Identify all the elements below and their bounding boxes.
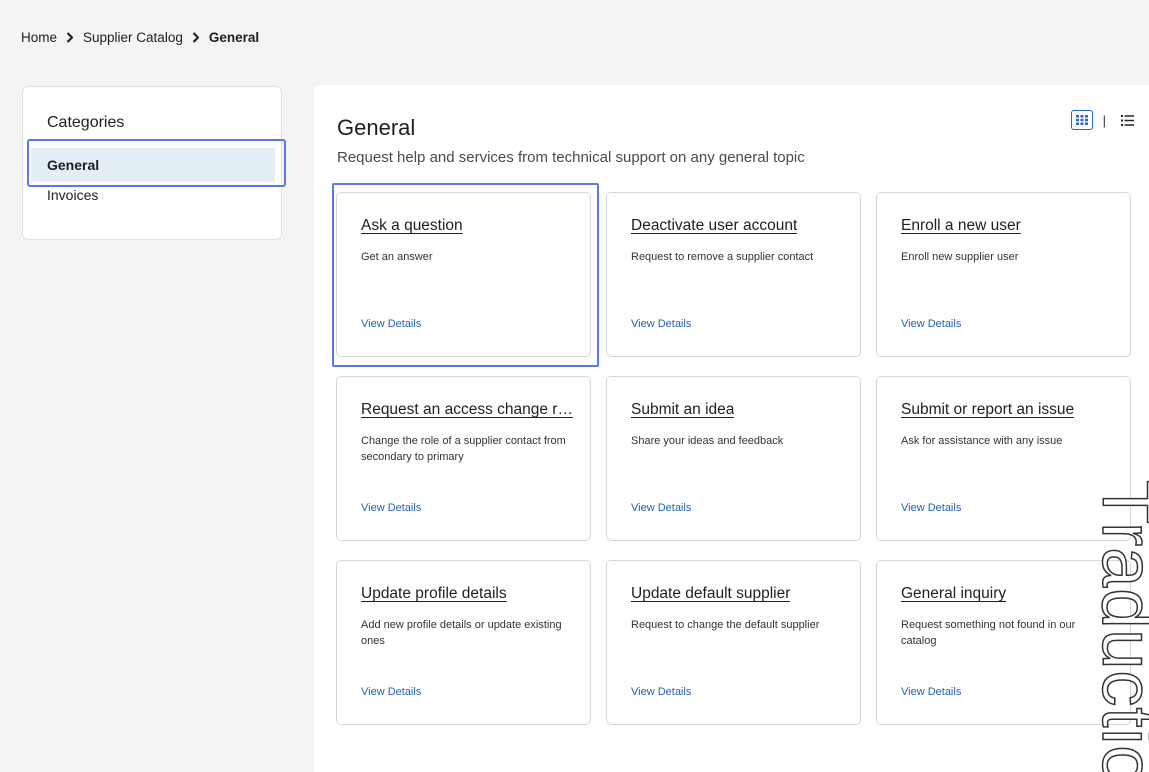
view-details-link[interactable]: View Details bbox=[631, 502, 691, 514]
catalog-card[interactable]: Update default supplier Request to chang… bbox=[606, 560, 861, 725]
card-title[interactable]: Update profile details bbox=[361, 585, 507, 603]
view-details-link[interactable]: View Details bbox=[361, 686, 421, 698]
card-description: Add new profile details or update existi… bbox=[361, 619, 562, 647]
breadcrumb-supplier-catalog[interactable]: Supplier Catalog bbox=[83, 30, 183, 45]
card-title[interactable]: Ask a question bbox=[361, 217, 463, 235]
view-details-link[interactable]: View Details bbox=[901, 502, 961, 514]
catalog-card[interactable]: Update profile details Add new profile d… bbox=[336, 560, 591, 725]
page-title: General bbox=[337, 115, 416, 140]
card-title[interactable]: General inquiry bbox=[901, 585, 1006, 603]
breadcrumb-home[interactable]: Home bbox=[21, 30, 57, 45]
view-details-link[interactable]: View Details bbox=[361, 502, 421, 514]
card-title[interactable]: Request an access change r… bbox=[361, 401, 573, 419]
card-description: Get an answer bbox=[361, 251, 433, 263]
card-description: Ask for assistance with any issue bbox=[901, 435, 1063, 447]
catalog-card[interactable]: General inquiry Request something not fo… bbox=[876, 560, 1131, 725]
catalog-card[interactable]: Submit or report an issue Ask for assist… bbox=[876, 376, 1131, 541]
catalog-card[interactable]: Submit an idea Share your ideas and feed… bbox=[606, 376, 861, 541]
card-title[interactable]: Submit an idea bbox=[631, 401, 734, 419]
list-view-icon[interactable] bbox=[1116, 110, 1138, 130]
catalog-card[interactable]: Request an access change r… Change the r… bbox=[336, 376, 591, 541]
chevron-right-icon bbox=[57, 32, 83, 43]
card-title[interactable]: Enroll a new user bbox=[901, 217, 1021, 235]
card-title[interactable]: Submit or report an issue bbox=[901, 401, 1074, 419]
view-details-link[interactable]: View Details bbox=[631, 318, 691, 330]
card-description: Request to change the default supplier bbox=[631, 619, 820, 631]
grid-view-icon[interactable] bbox=[1070, 110, 1093, 130]
page-description: Request help and services from technical… bbox=[337, 149, 805, 166]
card-description: Change the role of a supplier contact fr… bbox=[361, 435, 566, 463]
view-details-link[interactable]: View Details bbox=[901, 318, 961, 330]
categories-sidebar: Categories General Invoices bbox=[22, 86, 282, 240]
view-details-link[interactable]: View Details bbox=[631, 686, 691, 698]
sidebar-item-general[interactable]: General bbox=[31, 148, 275, 182]
view-toggle: | bbox=[1070, 110, 1138, 130]
card-description: Request to remove a supplier contact bbox=[631, 251, 814, 263]
catalog-card[interactable]: Enroll a new user Enroll new supplier us… bbox=[876, 192, 1131, 357]
card-description: Enroll new supplier user bbox=[901, 251, 1019, 263]
view-details-link[interactable]: View Details bbox=[361, 318, 421, 330]
catalog-card[interactable]: Deactivate user account Request to remov… bbox=[606, 192, 861, 357]
sidebar-item-invoices[interactable]: Invoices bbox=[31, 183, 275, 207]
sidebar-title: Categories bbox=[47, 114, 125, 131]
card-title[interactable]: Deactivate user account bbox=[631, 217, 797, 235]
breadcrumb: Home Supplier Catalog General bbox=[21, 30, 259, 45]
view-toggle-divider: | bbox=[1102, 112, 1106, 128]
chevron-right-icon bbox=[183, 32, 209, 43]
card-title[interactable]: Update default supplier bbox=[631, 585, 790, 603]
card-description: Request something not found in our catal… bbox=[901, 619, 1076, 647]
view-details-link[interactable]: View Details bbox=[901, 686, 961, 698]
card-description: Share your ideas and feedback bbox=[631, 435, 784, 447]
catalog-card[interactable]: Ask a question Get an answer View Detail… bbox=[336, 192, 591, 357]
breadcrumb-current: General bbox=[208, 30, 260, 45]
